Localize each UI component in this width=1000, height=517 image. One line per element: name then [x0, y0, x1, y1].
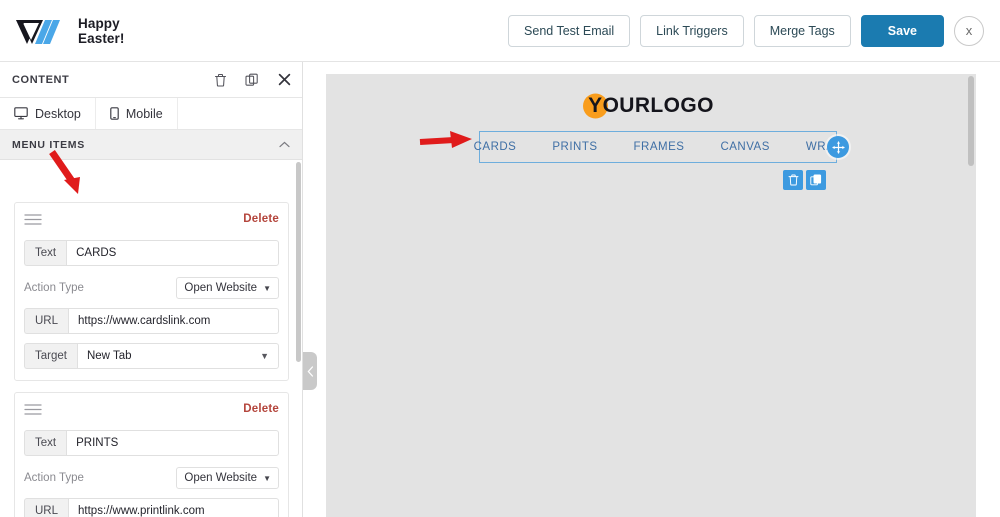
panel-header-icons [212, 72, 292, 88]
chevron-down-icon: ▼ [260, 351, 269, 361]
menu-items-scroll-area[interactable]: Delete Text CARDS Action Type Open Websi… [0, 192, 302, 517]
menu-item-text-field: Text PRINTS [24, 430, 279, 456]
chevron-down-icon: ▼ [263, 283, 271, 293]
target-select[interactable]: New Tab ▼ [76, 343, 279, 369]
action-type-value: Open Website [184, 282, 258, 294]
duplicate-icon[interactable] [244, 72, 260, 88]
block-duplicate-button[interactable] [806, 170, 826, 190]
action-type-dropdown[interactable]: Open Website ▼ [176, 277, 279, 299]
drag-handle-icon[interactable] [24, 403, 44, 417]
delete-menu-item-link[interactable]: Delete [243, 403, 279, 415]
delete-menu-item-link[interactable]: Delete [243, 213, 279, 225]
menu-item-card[interactable]: Delete Text PRINTS Action Type Open Webs… [14, 392, 289, 517]
chevron-up-icon[interactable] [279, 139, 290, 151]
save-button[interactable]: Save [860, 14, 944, 47]
canvas-scrollbar[interactable] [968, 76, 974, 166]
action-type-label: Action Type [24, 282, 84, 294]
move-arrows-icon[interactable] [827, 136, 849, 158]
menu-items-list: Delete Text CARDS Action Type Open Websi… [0, 192, 302, 517]
menu-item-target-field: Target New Tab ▼ [24, 343, 279, 369]
email-logo-text: OURLOGO [602, 94, 714, 117]
menu-link-prints[interactable]: PRINTS [534, 141, 615, 153]
text-label: Text [24, 240, 67, 266]
menu-item-card-header: Delete [24, 403, 279, 421]
content-settings-panel: CONTENT Desktop Mobile MENU ITEMS Delete… [0, 62, 303, 517]
chevron-down-icon: ▼ [263, 473, 271, 483]
tab-desktop[interactable]: Desktop [0, 98, 96, 129]
mobile-icon [110, 107, 119, 120]
menu-item-text-field: Text CARDS [24, 240, 279, 266]
close-icon[interactable] [276, 72, 292, 88]
menu-items-section-header[interactable]: MENU ITEMS [0, 130, 302, 160]
email-body[interactable]: Y OURLOGO CARDS PRINTS FRAMES CANVAS WRAP [326, 74, 976, 517]
tab-desktop-label: Desktop [35, 106, 81, 121]
send-test-email-button[interactable]: Send Test Email [508, 14, 631, 47]
drag-handle-icon[interactable] [24, 213, 44, 227]
url-input[interactable]: https://www.cardslink.com [68, 308, 279, 334]
target-value: New Tab [86, 350, 132, 362]
top-bar: Happy Easter! Send Test Email Link Trigg… [0, 0, 1000, 62]
url-input[interactable]: https://www.printlink.com [68, 498, 279, 517]
link-triggers-button[interactable]: Link Triggers [640, 14, 744, 47]
close-editor-button[interactable]: x [954, 15, 984, 46]
menu-item-card[interactable]: Delete Text CARDS Action Type Open Websi… [14, 202, 289, 381]
block-delete-button[interactable] [783, 170, 803, 190]
merge-tags-button[interactable]: Merge Tags [753, 14, 851, 47]
trash-icon[interactable] [212, 72, 228, 88]
panel-header: CONTENT [0, 62, 302, 98]
email-builder-app: Happy Easter! Send Test Email Link Trigg… [0, 0, 1000, 517]
email-logo-initial: Y [588, 94, 603, 117]
panel-collapse-toggle[interactable] [303, 352, 317, 390]
menu-item-card-header: Delete [24, 213, 279, 231]
menu-item-action-row: Action Type Open Website ▼ [24, 277, 279, 299]
menu-item-action-row: Action Type Open Website ▼ [24, 467, 279, 489]
campaign-title-line2: Easter! [78, 30, 125, 46]
chevron-left-icon [307, 365, 313, 377]
email-canvas-area: Y OURLOGO CARDS PRINTS FRAMES CANVAS WRAP [318, 62, 1000, 517]
menu-link-wrap[interactable]: WRAP [788, 141, 861, 153]
action-type-value: Open Website [184, 472, 258, 484]
url-label: URL [24, 498, 69, 517]
action-type-dropdown[interactable]: Open Website ▼ [176, 467, 279, 489]
top-bar-actions: Send Test Email Link Triggers Merge Tags… [508, 14, 1000, 47]
text-input[interactable]: CARDS [66, 240, 279, 266]
menu-item-url-field: URL https://www.cardslink.com [24, 308, 279, 334]
email-logo[interactable]: Y OURLOGO [583, 93, 714, 119]
device-preview-tabs: Desktop Mobile [0, 98, 302, 130]
campaign-title-line1: Happy [78, 15, 120, 31]
desktop-icon [14, 107, 28, 120]
vbout-v-logo-icon [16, 19, 60, 44]
block-tools [783, 170, 826, 190]
text-input[interactable]: PRINTS [66, 430, 279, 456]
url-label: URL [24, 308, 69, 334]
tab-mobile[interactable]: Mobile [96, 98, 178, 129]
target-label: Target [24, 343, 77, 369]
panel-scrollbar[interactable] [296, 162, 301, 362]
campaign-title: Happy Easter! [78, 16, 124, 46]
tab-mobile-label: Mobile [125, 106, 163, 121]
brand: Happy Easter! [0, 14, 124, 48]
menu-link-cards[interactable]: CARDS [456, 141, 535, 153]
text-label: Text [24, 430, 67, 456]
menu-link-canvas[interactable]: CANVAS [702, 141, 787, 153]
panel-title: CONTENT [12, 73, 70, 86]
menu-items-section-title: MENU ITEMS [12, 138, 85, 151]
menu-block-selected[interactable]: CARDS PRINTS FRAMES CANVAS WRAP [474, 131, 849, 163]
menu-item-url-field: URL https://www.printlink.com [24, 498, 279, 517]
menu-link-frames[interactable]: FRAMES [616, 141, 703, 153]
action-type-label: Action Type [24, 472, 84, 484]
logo-row: Y OURLOGO [326, 93, 976, 119]
